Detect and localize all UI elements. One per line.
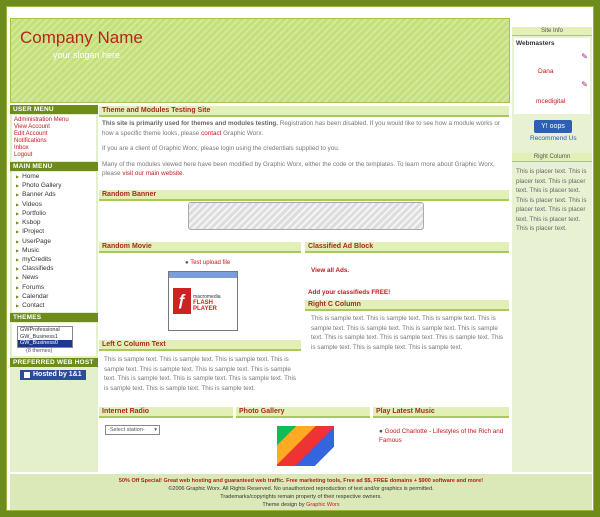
main-menu: HomePhoto GalleryBanner AdsVideosPortfol… xyxy=(12,172,96,313)
webmaster-mcedigital[interactable]: mcedigital xyxy=(536,98,565,105)
top-icons: ⌂ ✉ xyxy=(576,8,589,16)
webmasters-box: Webmasters ✎ Dana ✎ mcedigital xyxy=(514,38,590,114)
promo-text[interactable]: 50% Off Special! Great web hosting and g… xyxy=(10,477,592,485)
right-c-heading: Right C Column xyxy=(305,300,509,311)
main-content: Theme and Modules Testing Site This site… xyxy=(99,105,509,473)
gallery-thumbnail[interactable] xyxy=(277,426,334,466)
contact-link[interactable]: contact xyxy=(201,130,221,137)
slogan: your slogan here xyxy=(53,50,121,60)
flash-player-image[interactable]: ƒ macromedia FLASH PLAYER xyxy=(168,271,238,331)
music-item[interactable]: ● Good Charlotte - Lifestyles of the Ric… xyxy=(379,427,505,445)
user-menu-item[interactable]: Notifications xyxy=(14,138,94,145)
user-menu: Administration Menu View Account Edit Acco… xyxy=(12,115,96,161)
main-menu-item[interactable]: Contact xyxy=(14,301,94,310)
user-menu-item[interactable]: Inbox xyxy=(14,145,94,152)
view-all-ads-label: View all Ads. xyxy=(311,267,350,274)
main-menu-item[interactable]: News xyxy=(14,273,94,282)
site-info-heading: Site Info xyxy=(512,27,592,36)
site-header: Company Name your slogan here xyxy=(10,18,510,103)
random-banner-heading: Random Banner xyxy=(99,190,509,201)
left-c-heading: Left C Column Text xyxy=(99,340,301,351)
design-credit: Theme design by Graphic Worx xyxy=(10,501,592,509)
yahoo-badge[interactable]: Y! oops xyxy=(534,120,572,133)
radio-station-select[interactable]: -Select station- ▾ xyxy=(105,425,160,435)
host-logo-icon xyxy=(23,370,31,379)
flash-name: FLASH PLAYER xyxy=(193,300,217,312)
webmaster-avatar-icon: ✎ xyxy=(581,80,588,89)
main-menu-item[interactable]: Banner Ads xyxy=(14,190,94,199)
web-host-heading: PREFERRED WEB HOST xyxy=(10,357,98,367)
add-classifieds-label: Add your classifieds FREE! xyxy=(308,289,391,296)
theme-option[interactable]: GW_Business0 xyxy=(18,340,72,347)
photo-gallery-heading: Photo Gallery xyxy=(236,407,370,418)
main-menu-item[interactable]: Ksbop xyxy=(14,218,94,227)
mail-icon[interactable]: ✉ xyxy=(583,8,589,16)
right-sidebar: Site Info Webmasters ✎ Dana ✎ mcedigital… xyxy=(512,27,592,472)
right-c-text: This is sample text. This is sample text… xyxy=(311,315,504,351)
radio-heading: Internet Radio xyxy=(99,407,233,418)
music-heading: Play Latest Music xyxy=(373,407,509,418)
flash-caption: macromedia FLASH PLAYER xyxy=(193,294,237,312)
main-menu-item[interactable]: Portfolio xyxy=(14,209,94,218)
main-menu-item[interactable]: Home xyxy=(14,172,94,181)
webmasters-title: Webmasters xyxy=(516,40,555,47)
chevron-down-icon: ▾ xyxy=(154,427,157,433)
left-sidebar: USER MENU Administration Menu View Accoun… xyxy=(10,105,98,472)
main-menu-item[interactable]: myCredits xyxy=(14,255,94,264)
user-menu-item[interactable]: Edit Account xyxy=(14,131,94,138)
testing-heading: Theme and Modules Testing Site xyxy=(99,106,509,117)
radio-select-value: -Select station- xyxy=(108,427,145,433)
themes-count: (8 themes) xyxy=(26,347,53,354)
music-link: Good Charlotte - Lifestyles of the Rich … xyxy=(379,428,504,444)
intro-paragraph: This site is primarily used for themes a… xyxy=(102,119,506,179)
random-movie-heading: Random Movie xyxy=(99,242,301,253)
user-menu-item[interactable]: Logout xyxy=(14,152,94,159)
graphic-worx-link[interactable]: Graphic Worx xyxy=(306,502,340,508)
client-paragraph: If you are a client of Graphic Worx, ple… xyxy=(102,145,340,152)
intro-bold: This site is primarily used for themes a… xyxy=(102,120,279,127)
recommend-us-link[interactable]: Recommend Us xyxy=(530,135,577,142)
copyright-text: ©2006 Graphic Worx. All Rights Reserved.… xyxy=(168,486,434,492)
intro-end: Graphic Worx. xyxy=(221,129,264,137)
flash-logo-icon: ƒ xyxy=(173,288,191,314)
main-menu-item[interactable]: IProject xyxy=(14,227,94,236)
flash-titlebar xyxy=(169,272,237,278)
main-menu-item[interactable]: UserPage xyxy=(14,237,94,246)
themes-heading: THEMES xyxy=(10,313,98,323)
user-menu-item[interactable]: View Account xyxy=(14,124,94,131)
add-classifieds-link[interactable]: Add your classifieds FREE! xyxy=(308,289,390,296)
view-all-ads-link[interactable]: View all Ads. xyxy=(311,267,349,274)
page-frame: ⌂ ✉ Company Name your slogan here USER M… xyxy=(6,6,594,511)
hosted-by-banner[interactable]: Hosted by 1&1 xyxy=(20,369,86,380)
main-menu-item[interactable]: Forums xyxy=(14,283,94,292)
trademarks-text: Trademarks/copyrights remain property of… xyxy=(220,494,382,500)
test-upload-item[interactable]: ● Test upload file xyxy=(185,260,230,266)
main-website-link[interactable]: visit our main website xyxy=(122,170,182,177)
design-prefix: Theme design by xyxy=(262,502,307,508)
modules-paragraph: Many of the modules viewed here have bee… xyxy=(102,160,495,178)
company-name: Company Name xyxy=(20,28,143,47)
main-menu-item[interactable]: Videos xyxy=(14,200,94,209)
right-column-heading: Right Column xyxy=(512,153,592,162)
main-menu-item[interactable]: Photo Gallery xyxy=(14,181,94,190)
main-menu-item[interactable]: Music xyxy=(14,246,94,255)
themes-box: GWProfessional GW_Business1 GW_Business0 (… xyxy=(12,323,96,356)
main-menu-item[interactable]: Calendar xyxy=(14,292,94,301)
host-label: Hosted by 1&1 xyxy=(33,371,82,379)
user-menu-item[interactable]: Administration Menu xyxy=(14,117,94,124)
site-footer: 50% Off Special! Great web hosting and g… xyxy=(10,474,592,510)
right-column-text: This is placer text. This is placer text… xyxy=(516,168,587,232)
main-menu-item[interactable]: Classifieds xyxy=(14,264,94,273)
theme-select[interactable]: GWProfessional GW_Business1 GW_Business0 xyxy=(17,326,73,348)
user-menu-heading: USER MENU xyxy=(10,105,98,114)
test-upload-link[interactable]: Test upload file xyxy=(190,260,230,266)
webmaster-dana[interactable]: Dana xyxy=(538,68,554,75)
webmaster-avatar-icon: ✎ xyxy=(581,52,588,61)
main-menu-heading: MAIN MENU xyxy=(10,162,98,171)
home-icon[interactable]: ⌂ xyxy=(576,8,580,16)
banner-ad[interactable] xyxy=(188,202,424,230)
classified-heading: Classified Ad Block xyxy=(305,242,509,253)
left-c-text: This is sample text. This is sample text… xyxy=(104,356,297,392)
